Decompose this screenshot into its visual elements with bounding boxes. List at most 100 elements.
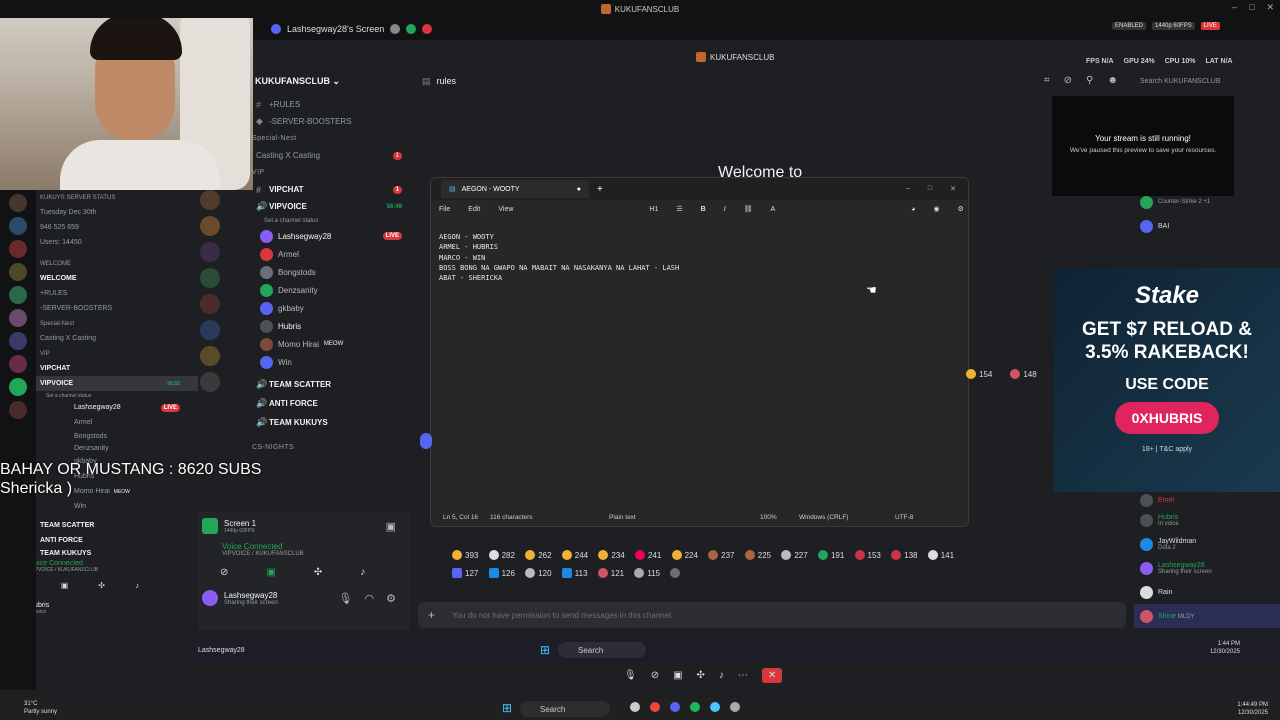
guild-icon[interactable] xyxy=(200,294,220,314)
server-icon[interactable] xyxy=(9,217,27,235)
reaction[interactable]: 138 xyxy=(891,546,917,564)
chrome-icon[interactable] xyxy=(650,702,660,712)
reaction[interactable]: 113 xyxy=(561,564,588,582)
reaction[interactable]: 115 xyxy=(634,564,660,582)
screen-share-icon[interactable]: ▣ xyxy=(266,567,275,578)
list-icon[interactable]: ☰ xyxy=(676,205,682,213)
soundboard-icon[interactable]: ♪ xyxy=(135,581,139,590)
more-icon[interactable]: ⋯ xyxy=(738,670,748,681)
discord-icon[interactable] xyxy=(670,702,680,712)
voice-user[interactable]: Hubris xyxy=(222,317,410,335)
guild-icon[interactable] xyxy=(200,346,220,366)
stake-ad[interactable]: Stake GET $7 RELOAD & 3.5% RAKEBACK! USE… xyxy=(1054,268,1280,492)
reaction[interactable]: 127 xyxy=(452,564,478,582)
reaction[interactable]: 154 xyxy=(966,365,992,383)
server-icon[interactable] xyxy=(9,332,27,350)
search-input[interactable]: Search KUKUFANSCLUB xyxy=(1136,74,1254,88)
copilot-icon[interactable]: ◕ xyxy=(911,206,915,213)
voice-user[interactable]: Win xyxy=(222,353,410,371)
guild-icon[interactable] xyxy=(200,320,220,340)
server-icon[interactable] xyxy=(9,286,27,304)
member[interactable]: JayWildman Dota 2 xyxy=(1134,532,1280,556)
server-icon[interactable] xyxy=(9,401,27,419)
menu-view[interactable]: View xyxy=(498,206,513,213)
server-icon[interactable] xyxy=(9,378,27,396)
promo-code-button[interactable]: 0XHUBRIS xyxy=(1115,402,1219,434)
avatar[interactable] xyxy=(202,590,218,606)
settings-icon[interactable]: ⚙ xyxy=(958,205,964,213)
link-icon[interactable]: ⛓ xyxy=(744,205,753,213)
channel-team-scatter[interactable]: 🔊 TEAM SCATTER xyxy=(222,376,410,393)
clear-format-icon[interactable]: A xyxy=(771,206,776,213)
guild-icon[interactable] xyxy=(200,372,220,392)
server-icon[interactable] xyxy=(9,309,27,327)
voice-user[interactable]: Bongstods xyxy=(222,263,410,281)
menu-edit[interactable]: Edit xyxy=(468,206,480,213)
video-off-icon[interactable]: ⊘ xyxy=(651,670,659,681)
channel-casting[interactable]: Casting X Casting 1 xyxy=(222,147,410,164)
voice-user[interactable]: Denzsanity xyxy=(222,281,410,299)
member[interactable]: Rain xyxy=(1134,580,1280,604)
mic-icon[interactable]: 🎙 xyxy=(624,670,637,681)
minimize-icon[interactable]: – xyxy=(906,185,910,193)
italic-icon[interactable]: I xyxy=(724,206,726,213)
heading-dropdown[interactable]: H1 xyxy=(649,206,658,213)
headphones-icon[interactable]: ◠ xyxy=(365,592,375,605)
activity-icon[interactable]: ✣ xyxy=(697,670,705,681)
close-tab-icon[interactable]: ● xyxy=(577,186,581,193)
reaction[interactable]: 234 xyxy=(598,546,625,564)
member[interactable]: Counter-Strike 2 +1 xyxy=(1134,190,1280,214)
server-icon[interactable] xyxy=(9,355,27,373)
category-cs-nights[interactable]: CS-NIGHTS xyxy=(222,439,410,456)
reaction[interactable]: 126 xyxy=(488,564,515,582)
popout-icon[interactable]: ▣ xyxy=(386,520,396,533)
notepad-tab[interactable]: ▤ AEGON - WOOTY ● xyxy=(441,180,589,198)
reaction[interactable]: 241 xyxy=(634,546,661,564)
server-icon[interactable] xyxy=(9,240,27,258)
channel-status[interactable]: Set a channel status xyxy=(222,215,410,227)
pin-icon[interactable]: ⚲ xyxy=(1086,75,1093,86)
category-vip[interactable]: VIP xyxy=(222,164,410,181)
windows-start-icon[interactable]: ⊞ xyxy=(502,701,512,715)
reaction[interactable]: 148 xyxy=(1010,365,1037,383)
reaction[interactable]: 224 xyxy=(671,546,698,564)
reaction[interactable]: 191 xyxy=(817,546,844,564)
bold-icon[interactable]: B xyxy=(701,206,706,213)
reaction[interactable]: 262 xyxy=(525,546,552,564)
weather-widget[interactable]: 31°C Partly sunny xyxy=(10,700,57,716)
channel-boosters[interactable]: ◆ -SERVER-BOOSTERS xyxy=(222,113,410,130)
message-input[interactable]: + You do not have permission to send mes… xyxy=(418,602,1126,628)
voice-user[interactable]: gkbaby xyxy=(222,299,410,317)
taskbar-search[interactable]: Search xyxy=(558,642,646,658)
channel-vipchat[interactable]: # VIPCHAT 1 xyxy=(222,181,410,198)
soundboard-icon[interactable]: ♪ xyxy=(719,670,724,681)
mic-icon[interactable]: 🎙 xyxy=(339,592,353,605)
reaction-add[interactable] xyxy=(670,564,681,582)
channel-rules[interactable]: # +RULES xyxy=(222,96,410,113)
reaction[interactable]: 393 xyxy=(452,546,478,564)
taskbar-app[interactable]: Lashsegway28 xyxy=(198,647,245,654)
reaction[interactable]: 141 xyxy=(927,546,954,564)
voice-user[interactable]: Momo Hirai MEOW xyxy=(222,335,410,353)
maximize-icon[interactable]: □ xyxy=(1249,2,1254,13)
member[interactable]: Emel xyxy=(1134,492,1280,508)
channel-anti-force[interactable]: 🔊 ANTI FORCE xyxy=(222,395,410,412)
soundboard-icon[interactable]: ♪ xyxy=(360,567,365,578)
maximize-icon[interactable]: □ xyxy=(928,185,932,193)
channel-vipvoice[interactable]: 🔊 VIPVOICE 56:49 xyxy=(222,198,410,215)
guild-icon[interactable] xyxy=(200,216,220,236)
new-tab-icon[interactable]: + xyxy=(597,184,603,195)
plus-icon[interactable]: + xyxy=(428,608,435,622)
disconnect-button[interactable]: ✕ xyxy=(761,667,783,683)
guild-icon[interactable] xyxy=(200,242,220,262)
member[interactable]: Hubris In voice xyxy=(1134,508,1280,532)
menu-file[interactable]: File xyxy=(439,206,450,213)
reaction[interactable]: 225 xyxy=(744,546,771,564)
reaction[interactable]: 244 xyxy=(561,546,588,564)
member[interactable]: Lashsegway28 Sharing their screen xyxy=(1134,556,1280,580)
video-off-icon[interactable]: ⊘ xyxy=(220,567,228,578)
member[interactable]: BAI xyxy=(1134,214,1280,238)
taskbar-search[interactable]: Search xyxy=(520,701,610,717)
minimize-icon[interactable]: – xyxy=(1232,2,1237,13)
reaction[interactable]: 120 xyxy=(525,564,552,582)
